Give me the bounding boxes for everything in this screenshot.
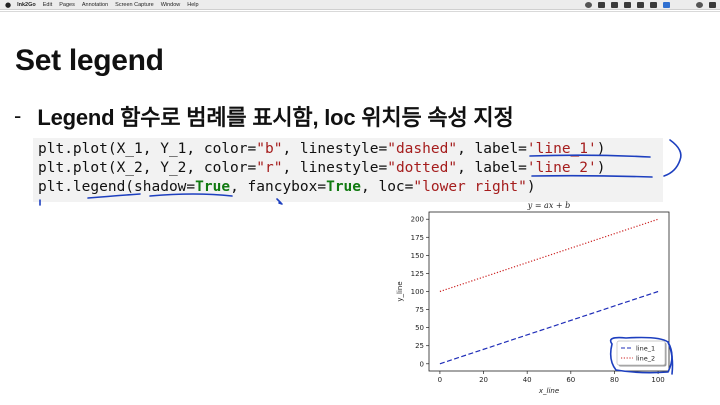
slide-title: Set legend <box>15 44 164 77</box>
bluetooth-icon[interactable] <box>624 1 631 8</box>
y-tick-label: 50 <box>415 324 424 332</box>
code-text: , linestyle= <box>282 160 388 176</box>
y-tick-label: 75 <box>415 306 424 314</box>
menu-app-name[interactable]: Ink2Go <box>17 2 36 8</box>
menu-bar: ● Ink2Go Edit Pages Annotation Screen Ca… <box>0 0 720 10</box>
bullet-dash: - <box>14 103 22 128</box>
code-string: 'line_1' <box>526 141 597 157</box>
menu-annotation[interactable]: Annotation <box>82 2 108 8</box>
menu-screen-capture[interactable]: Screen Capture <box>115 2 154 8</box>
menu-help[interactable]: Help <box>187 2 198 8</box>
code-text: , linestyle= <box>282 141 388 157</box>
search-icon[interactable] <box>696 1 703 8</box>
status-tray <box>585 0 716 9</box>
code-text: plt.legend(shadow= <box>38 179 196 195</box>
wifi-icon[interactable] <box>637 1 644 8</box>
code-keyword: True <box>326 179 362 195</box>
bullet-point: - Legend 함수로 범례를 표시함, loc 위치등 속성 지정 <box>14 100 514 132</box>
menu-edit[interactable]: Edit <box>43 2 52 8</box>
slide-top-border <box>0 11 720 12</box>
code-string: 'line_2' <box>526 160 597 176</box>
annotation-bracket-code <box>663 139 682 177</box>
code-line-2: plt.plot(X_2, Y_2, color="r", linestyle=… <box>38 160 605 176</box>
display-icon[interactable] <box>611 1 618 8</box>
code-string: "lower right" <box>413 179 527 195</box>
y-axis-label: y_line <box>396 281 404 301</box>
bullet-text: Legend 함수로 범례를 표시함, loc 위치등 속성 지정 <box>37 105 514 130</box>
code-string: "dotted" <box>387 160 458 176</box>
x-tick-label: 40 <box>523 376 532 384</box>
x-tick-label: 0 <box>438 376 442 384</box>
code-text: ) <box>596 141 606 157</box>
legend-label-1: line_1 <box>636 345 655 353</box>
y-tick-label: 0 <box>420 360 424 368</box>
y-tick-label: 200 <box>411 216 424 224</box>
app-tray-icon[interactable] <box>598 1 605 8</box>
x-tick-label: 20 <box>479 376 488 384</box>
y-tick-label: 150 <box>411 252 424 260</box>
volume-icon[interactable] <box>650 1 657 8</box>
code-block: plt.plot(X_1, Y_1, color="b", linestyle=… <box>33 138 663 202</box>
x-tick-label: 80 <box>610 376 619 384</box>
y-tick-label: 100 <box>411 288 424 296</box>
code-text: , loc= <box>361 179 414 195</box>
code-text: ) <box>526 179 536 195</box>
y-tick-label: 175 <box>411 234 424 242</box>
x-axis-label: x_line <box>538 387 559 395</box>
code-string: "dashed" <box>387 141 458 157</box>
code-line-3: plt.legend(shadow=True, fancybox=True, l… <box>38 179 536 195</box>
code-text: , label= <box>457 160 527 176</box>
chart-title: y = ax + b <box>527 201 571 210</box>
code-text: plt.plot(X_2, Y_2, color= <box>38 160 257 176</box>
code-line-1: plt.plot(X_1, Y_1, color="b", linestyle=… <box>38 141 605 157</box>
apple-icon[interactable]: ● <box>5 1 11 9</box>
record-icon[interactable] <box>585 1 592 8</box>
x-tick-label: 100 <box>651 376 664 384</box>
code-string: "r" <box>256 160 283 176</box>
code-text: ) <box>596 160 606 176</box>
control-center-icon[interactable] <box>709 1 716 8</box>
code-keyword: True <box>195 179 231 195</box>
y-tick-label: 25 <box>415 342 424 350</box>
line-chart: 0 20 40 60 80 100 0 25 50 75 100 125 150 175 200 y = ax… <box>396 201 670 395</box>
y-tick-label: 125 <box>411 270 424 278</box>
code-string: "b" <box>256 141 283 157</box>
code-text: plt.plot(X_1, Y_1, color= <box>38 141 257 157</box>
code-text: , fancybox= <box>230 179 327 195</box>
legend-label-2: line_2 <box>636 355 655 363</box>
code-text: , label= <box>457 141 527 157</box>
menu-pages[interactable]: Pages <box>59 2 75 8</box>
menu-window[interactable]: Window <box>161 2 181 8</box>
battery-icon[interactable] <box>663 1 670 8</box>
x-tick-label: 60 <box>566 376 575 384</box>
